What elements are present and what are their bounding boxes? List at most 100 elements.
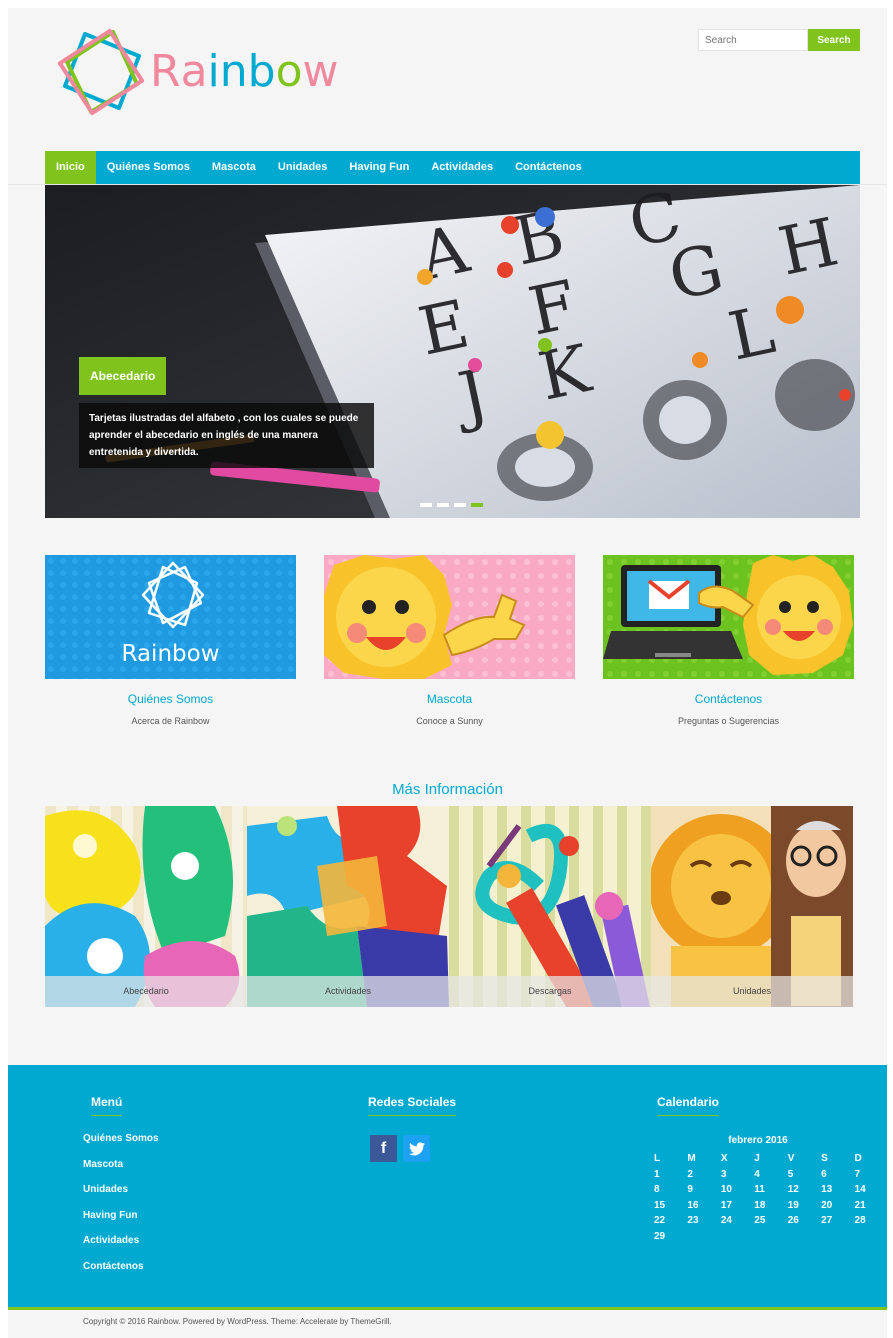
facebook-icon[interactable]: f bbox=[370, 1135, 397, 1162]
feature-title[interactable]: Contáctenos bbox=[603, 692, 854, 706]
calendar-day: 15 bbox=[654, 1199, 666, 1211]
nav-item-quienes-somos[interactable]: Quiénes Somos bbox=[96, 151, 201, 184]
main-nav: Inicio Quiénes Somos Mascota Unidades Ha… bbox=[45, 151, 860, 184]
slider-dot[interactable] bbox=[437, 503, 449, 507]
site-logo[interactable]: Rainbow bbox=[55, 26, 355, 116]
logo-letter: n bbox=[219, 46, 248, 97]
copyright-text: Copyright © 2016 Rainbow. Powered by Wor… bbox=[83, 1317, 392, 1326]
logo-letter: o bbox=[275, 46, 303, 97]
logo-letter: i bbox=[207, 46, 220, 97]
twitter-icon[interactable] bbox=[403, 1135, 430, 1162]
nav-item-having-fun[interactable]: Having Fun bbox=[338, 151, 420, 184]
feature-mascota[interactable]: Mascota Conoce a Sunny bbox=[324, 555, 575, 726]
calendar-day: 23 bbox=[687, 1215, 699, 1227]
feature-subtitle: Acerca de Rainbow bbox=[131, 716, 210, 726]
calendar-weekday: V bbox=[787, 1153, 795, 1165]
hero-slider[interactable]: A B C E F G H J K L Abecedario Tarjetas … bbox=[45, 185, 860, 518]
feature-quienes-somos[interactable]: Rainbow Quiénes Somos Acerca de Rainbow bbox=[45, 555, 296, 726]
nav-item-actividades[interactable]: Actividades bbox=[420, 151, 504, 184]
nav-item-unidades[interactable]: Unidades bbox=[267, 151, 339, 184]
footer-link-actividades[interactable]: Actividades bbox=[83, 1235, 159, 1261]
calendar-day: 5 bbox=[787, 1168, 794, 1180]
calendar-weekday: J bbox=[754, 1153, 760, 1165]
gallery-item-abecedario[interactable]: Abecedario bbox=[45, 806, 247, 1007]
calendar-table: L M X J V S D 1 2 3 4 5 6 7 8 9 10 11 12… bbox=[653, 1151, 887, 1244]
gallery-caption: Abecedario bbox=[45, 976, 247, 1007]
footer-menu-title: Menú bbox=[91, 1095, 123, 1116]
feature-thumb[interactable] bbox=[603, 555, 854, 679]
calendar-day: 24 bbox=[720, 1215, 732, 1227]
calendar-day: 11 bbox=[754, 1184, 765, 1196]
nav-item-contactenos[interactable]: Contáctenos bbox=[504, 151, 593, 184]
calendar-weekday: D bbox=[854, 1153, 862, 1165]
calendar-day: 7 bbox=[854, 1168, 861, 1180]
feature-subtitle: Preguntas o Sugerencias bbox=[677, 716, 780, 726]
slider-dots bbox=[420, 503, 483, 507]
calendar-day: 28 bbox=[854, 1215, 866, 1227]
calendar-day bbox=[720, 1229, 753, 1245]
slider-dot-active[interactable] bbox=[471, 503, 483, 507]
search-button[interactable]: Search bbox=[808, 29, 860, 51]
gallery-caption: Unidades bbox=[651, 976, 853, 1007]
logo-letter: a bbox=[180, 46, 208, 97]
calendar-weekday: S bbox=[821, 1153, 828, 1165]
gallery-item-descargas[interactable]: Descargas bbox=[449, 806, 651, 1007]
slider-dot[interactable] bbox=[420, 503, 432, 507]
alphabet-cards-image: A B C E F G H J K L bbox=[45, 185, 860, 518]
footer-social-title: Redes Sociales bbox=[368, 1095, 457, 1116]
nav-item-mascota[interactable]: Mascota bbox=[201, 151, 267, 184]
gallery-caption: Descargas bbox=[449, 976, 651, 1007]
footer-link-contactenos[interactable]: Contáctenos bbox=[83, 1261, 159, 1287]
calendar-day: 1 bbox=[654, 1168, 660, 1180]
feature-title[interactable]: Mascota bbox=[324, 692, 575, 706]
calendar-day: 4 bbox=[754, 1168, 760, 1180]
sunny-mascot-image bbox=[324, 555, 575, 679]
calendar-weekday: M bbox=[687, 1153, 696, 1165]
calendar-day: 17 bbox=[720, 1199, 732, 1211]
logo-star-icon bbox=[57, 28, 145, 116]
laptop-mail-image bbox=[603, 555, 854, 679]
gallery-item-actividades[interactable]: Actividades bbox=[247, 806, 449, 1007]
social-links: f bbox=[370, 1135, 430, 1162]
twitter-bird-icon bbox=[408, 1141, 425, 1155]
calendar-day bbox=[686, 1229, 719, 1245]
calendar-day: 12 bbox=[787, 1184, 799, 1196]
footer-menu: Quiénes Somos Mascota Unidades Having Fu… bbox=[83, 1133, 159, 1287]
calendar-day bbox=[854, 1229, 887, 1245]
gallery-caption: Actividades bbox=[247, 976, 449, 1007]
feature-contactenos[interactable]: Contáctenos Preguntas o Sugerencias bbox=[603, 555, 854, 726]
calendar-day bbox=[787, 1229, 820, 1245]
section-title: Más Información bbox=[392, 781, 503, 798]
logo-letter: b bbox=[247, 46, 276, 97]
calendar-day: 18 bbox=[754, 1199, 766, 1211]
feature-title[interactable]: Quiénes Somos bbox=[45, 692, 296, 706]
logo-letter: w bbox=[302, 46, 339, 97]
calendar-day: 29 bbox=[654, 1230, 666, 1242]
search-form: Search bbox=[698, 29, 860, 51]
calendar-weekday: L bbox=[654, 1153, 661, 1165]
gallery-item-unidades[interactable]: Unidades bbox=[651, 806, 853, 1007]
calendar-day: 8 bbox=[654, 1184, 660, 1196]
footer-link-having-fun[interactable]: Having Fun bbox=[83, 1210, 159, 1236]
slider-dot[interactable] bbox=[454, 503, 466, 507]
footer-calendar-title: Calendario bbox=[657, 1095, 720, 1116]
calendar-day: 13 bbox=[821, 1184, 833, 1196]
logo-letter: R bbox=[150, 46, 181, 97]
feature-thumb[interactable] bbox=[324, 555, 575, 679]
nav-item-inicio[interactable]: Inicio bbox=[45, 151, 96, 184]
info-gallery: Abecedario Actividades Descargas Unidade… bbox=[45, 806, 853, 1007]
footer-link-unidades[interactable]: Unidades bbox=[83, 1184, 159, 1210]
calendar-day: 25 bbox=[754, 1215, 766, 1227]
feature-thumb[interactable]: Rainbow bbox=[45, 555, 296, 679]
calendar-day: 27 bbox=[821, 1215, 833, 1227]
search-input[interactable] bbox=[698, 29, 808, 51]
calendar-day: 22 bbox=[654, 1215, 666, 1227]
calendar-day: 20 bbox=[821, 1199, 833, 1211]
slide-description: Tarjetas ilustradas del alfabeto , con l… bbox=[79, 403, 374, 468]
calendar-day: 19 bbox=[787, 1199, 799, 1211]
calendar-day: 10 bbox=[720, 1184, 732, 1196]
slide-title[interactable]: Abecedario bbox=[79, 357, 167, 395]
footer-link-quienes-somos[interactable]: Quiénes Somos bbox=[83, 1133, 159, 1159]
calendar-weekday: X bbox=[720, 1153, 728, 1165]
footer-link-mascota[interactable]: Mascota bbox=[83, 1159, 159, 1185]
